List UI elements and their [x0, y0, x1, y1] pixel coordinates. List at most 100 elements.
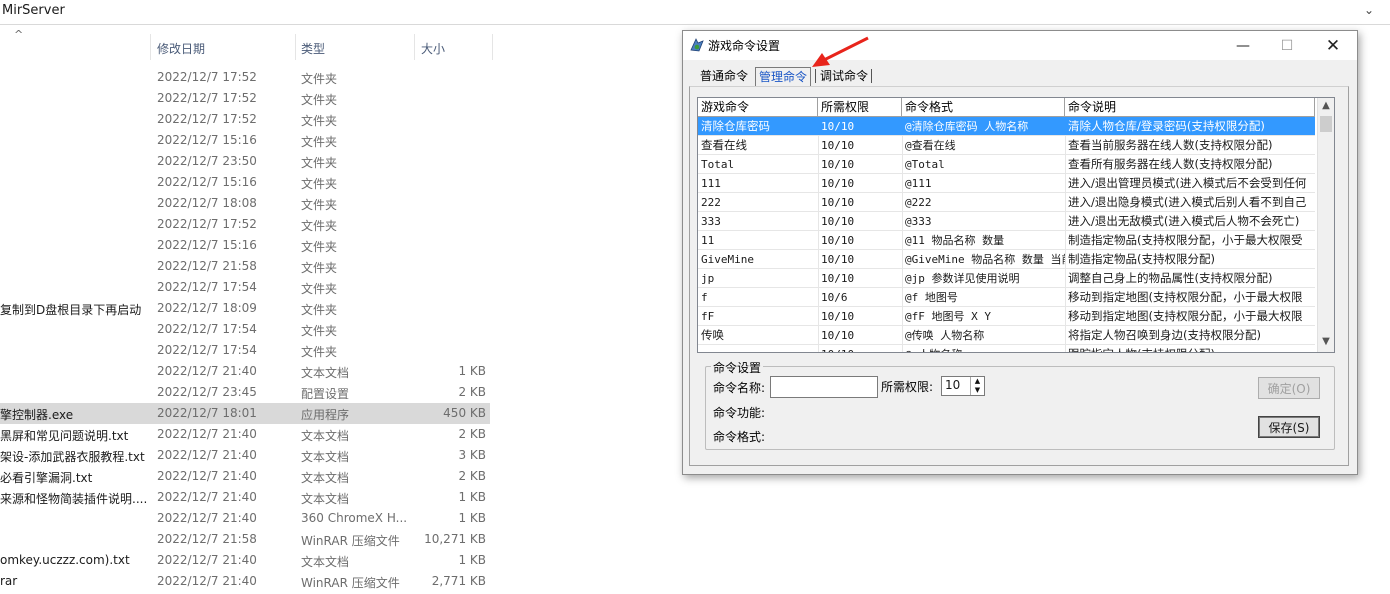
file-row[interactable]: 2022/12/7 17:54 文件夹	[0, 340, 490, 361]
file-row[interactable]: 2022/12/7 17:52 文件夹	[0, 67, 490, 88]
spin-up-icon[interactable]: ▲	[971, 377, 984, 386]
command-row[interactable]: 11 10/10 @11 物品名称 数量 制造指定物品(支持权限分配，小于最大权限受	[698, 231, 1315, 250]
file-row[interactable]: 2022/12/7 15:16 文件夹	[0, 172, 490, 193]
format-cell: @GiveMine 物品名称 数量 当前	[905, 253, 1065, 266]
description-cell: 跟踪指定人物(支持权限分配)	[1065, 346, 1315, 352]
command-row[interactable]: jp 10/10 @jp 参数详见使用说明 调整自己身上的物品属性(支持权限分配)	[698, 269, 1315, 288]
file-row[interactable]: 2022/12/7 23:50 文件夹	[0, 151, 490, 172]
column-header-date[interactable]: 修改日期	[157, 40, 205, 57]
command-row[interactable]: 清除仓库密码 10/10 @清除仓库密码 人物名称 清除人物仓库/登录密码(支持权限分…	[698, 117, 1315, 136]
scroll-up-icon[interactable]: ▲	[1318, 98, 1334, 114]
file-row[interactable]: 2022/12/7 18:08 文件夹	[0, 193, 490, 214]
column-header-size[interactable]: 大小	[421, 40, 445, 57]
command-row[interactable]: 333 10/10 @333 进入/退出无敌模式(进入模式后人物不会死亡)	[698, 212, 1315, 231]
file-row[interactable]: 黑屏和常见问题说明.txt 2022/12/7 21:40 文本文档 2 KB	[0, 424, 490, 445]
permission-label: 所需权限:	[881, 380, 934, 394]
maximize-button[interactable]: ☐	[1265, 31, 1309, 60]
app-icon	[690, 38, 704, 52]
file-row[interactable]: 2022/12/7 17:52 文件夹	[0, 214, 490, 235]
permission-cell: 10/10	[821, 234, 855, 247]
file-row[interactable]: 必看引擎漏洞.txt 2022/12/7 21:40 文本文档 2 KB	[0, 466, 490, 487]
command-name-input[interactable]	[770, 376, 878, 398]
file-size: 1 KB	[458, 511, 486, 525]
command-list[interactable]: 游戏命令 所需权限 命令格式 命令说明 清除仓库密码 10/10 @清除仓库密码 人…	[697, 97, 1335, 353]
permission-stepper[interactable]: 10 ▲ ▼	[941, 376, 985, 396]
permission-cell: 10/10	[821, 139, 855, 152]
file-row[interactable]: 2022/12/7 21:58 文件夹	[0, 256, 490, 277]
command-row[interactable]: GiveMine 10/10 @GiveMine 物品名称 数量 当前 制造指定物品(…	[698, 250, 1315, 269]
file-date: 2022/12/7 21:40	[157, 574, 257, 588]
file-row[interactable]: 2022/12/7 15:16 文件夹	[0, 235, 490, 256]
file-row[interactable]: 2022/12/7 21:40 360 ChromeX H... 1 KB	[0, 508, 490, 529]
file-date: 2022/12/7 18:08	[157, 196, 257, 210]
file-type: 文件夹	[301, 324, 338, 338]
file-type: 360 ChromeX H...	[301, 511, 408, 525]
column-divider[interactable]	[150, 34, 151, 60]
file-date: 2022/12/7 15:16	[157, 133, 257, 147]
permission-cell: 10/10	[821, 272, 855, 285]
tab-normal-commands[interactable]: 普通命令	[697, 67, 751, 85]
column-divider[interactable]	[414, 34, 415, 60]
file-row[interactable]: 来源和怪物简装插件说明.... 2022/12/7 21:40 文本文档 1 KB	[0, 487, 490, 508]
file-date: 2022/12/7 15:16	[157, 175, 257, 189]
close-button[interactable]: ✕	[1311, 31, 1355, 60]
file-date: 2022/12/7 23:50	[157, 154, 257, 168]
minimize-button[interactable]: —	[1221, 31, 1265, 60]
description-cell: 将指定人物召唤到身边(支持权限分配)	[1068, 328, 1261, 342]
list-col-format[interactable]: 命令格式	[902, 98, 1065, 116]
file-date: 2022/12/7 17:52	[157, 91, 257, 105]
scroll-down-icon[interactable]: ▼	[1318, 334, 1334, 350]
command-row[interactable]: 10/10@ 人物名称跟踪指定人物(支持权限分配)	[698, 345, 1315, 352]
file-row[interactable]: 2022/12/7 23:45 配置设置 2 KB	[0, 382, 490, 403]
file-type: 文本文档	[301, 555, 350, 569]
command-row[interactable]: 222 10/10 @222 进入/退出隐身模式(进入模式后别人看不到自己	[698, 193, 1315, 212]
command-name-cell: 222	[701, 196, 721, 209]
column-divider[interactable]	[295, 34, 296, 60]
list-col-description[interactable]: 命令说明	[1065, 98, 1315, 116]
column-divider[interactable]	[492, 34, 493, 60]
file-row[interactable]: 2022/12/7 17:54 文件夹	[0, 277, 490, 298]
file-row[interactable]: 2022/12/7 15:16 文件夹	[0, 130, 490, 151]
title-bar[interactable]: 游戏命令设置 — ☐ ✕	[683, 31, 1357, 60]
tab-admin-commands[interactable]: 管理命令	[755, 67, 812, 86]
file-row[interactable]: 2022/12/7 17:54 文件夹	[0, 319, 490, 340]
command-row[interactable]: Total 10/10 @Total 查看所有服务器在线人数(支持权限分配)	[698, 155, 1315, 174]
format-cell: @111	[905, 177, 932, 190]
scroll-thumb[interactable]	[1320, 116, 1332, 132]
file-row[interactable]: 2022/12/7 17:52 文件夹	[0, 88, 490, 109]
file-row[interactable]: 架设-添加武器衣服教程.txt 2022/12/7 21:40 文本文档 3 KB	[0, 445, 490, 466]
file-size: 2 KB	[458, 385, 486, 399]
format-cell: @清除仓库密码 人物名称	[905, 120, 1029, 133]
list-col-command[interactable]: 游戏命令	[698, 98, 818, 116]
ok-button[interactable]: 确定(O)	[1258, 377, 1320, 399]
permission-cell: 10/10	[821, 196, 855, 209]
file-row[interactable]: 擎控制器.exe 2022/12/7 18:01 应用程序 450 KB	[0, 403, 490, 424]
command-row[interactable]: f 10/6 @f 地图号 移动到指定地图(支持权限分配，小于最大权限	[698, 288, 1315, 307]
command-row[interactable]: fF 10/10 @fF 地图号 X Y 移动到指定地图(支持权限分配，小于最大权限	[698, 307, 1315, 326]
file-size: 10,271 KB	[424, 532, 486, 546]
file-size: 1 KB	[458, 490, 486, 504]
file-name: rar	[0, 574, 18, 588]
list-scrollbar[interactable]: ▲ ▼	[1317, 98, 1334, 352]
file-row[interactable]: 2022/12/7 17:52 文件夹	[0, 109, 490, 130]
command-row[interactable]: 111 10/10 @111 进入/退出管理员模式(进入模式后不会受到任何	[698, 174, 1315, 193]
command-row[interactable]: 查看在线 10/10 @查看在线 查看当前服务器在线人数(支持权限分配)	[698, 136, 1315, 155]
save-button[interactable]: 保存(S)	[1258, 416, 1320, 438]
file-row[interactable]: 2022/12/7 21:40 文本文档 1 KB	[0, 361, 490, 382]
list-col-permission[interactable]: 所需权限	[818, 98, 902, 116]
column-header-type[interactable]: 类型	[301, 40, 325, 57]
chevron-down-icon[interactable]: ⌄	[1364, 3, 1374, 17]
file-date: 2022/12/7 17:54	[157, 343, 257, 357]
command-name-cell: fF	[701, 310, 715, 323]
spin-down-icon[interactable]: ▼	[971, 386, 984, 395]
file-row[interactable]: 2022/12/7 21:58 WinRAR 压缩文件 10,271 KB	[0, 529, 490, 550]
command-row[interactable]: 传唤 10/10 @传唤 人物名称 将指定人物召唤到身边(支持权限分配)	[698, 326, 1315, 345]
command-name-cell: 传唤	[701, 328, 724, 342]
file-row[interactable]: 复制到D盘根目录下再启动 2022/12/7 18:09 文件夹	[0, 298, 490, 319]
tab-debug-commands[interactable]: 调试命令	[817, 67, 871, 85]
file-row[interactable]: omkey.uczzz.com).txt 2022/12/7 21:40 文本文档 1…	[0, 550, 490, 571]
file-row[interactable]: rar 2022/12/7 21:40 WinRAR 压缩文件 2,771 KB	[0, 571, 490, 592]
file-date: 2022/12/7 21:40	[157, 553, 257, 567]
address-bar[interactable]: MirServer ⌄	[0, 0, 1390, 25]
description-cell: 查看所有服务器在线人数(支持权限分配)	[1068, 157, 1273, 171]
